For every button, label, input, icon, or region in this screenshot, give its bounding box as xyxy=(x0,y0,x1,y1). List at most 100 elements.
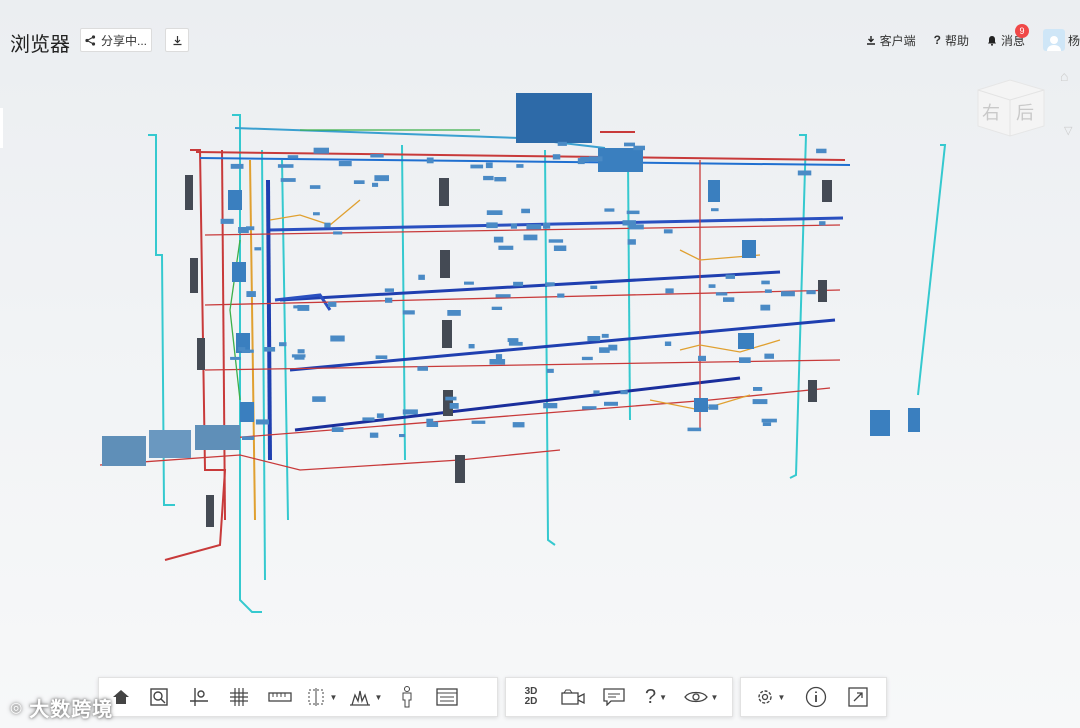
help-icon[interactable]: ? ▼ xyxy=(634,681,678,713)
fixture xyxy=(426,421,439,427)
fixture xyxy=(543,223,551,229)
share-icon xyxy=(85,34,96,46)
cube-face-back[interactable]: 后 xyxy=(1016,99,1034,125)
home-view-icon[interactable]: ⌂ xyxy=(1060,68,1068,84)
fixture xyxy=(723,297,735,302)
cube-down-arrow-icon[interactable]: ▽ xyxy=(1064,124,1072,137)
fixture xyxy=(601,333,609,338)
fixture xyxy=(313,147,329,154)
info-icon[interactable] xyxy=(795,681,837,713)
fixture xyxy=(385,297,393,303)
fixture xyxy=(470,164,484,169)
fixture xyxy=(588,156,603,162)
fixture xyxy=(313,212,320,216)
fixture xyxy=(526,224,542,230)
view-cube[interactable]: 右 后 xyxy=(974,78,1046,138)
fixture xyxy=(417,366,428,371)
fixture xyxy=(599,347,610,353)
fixture xyxy=(464,281,474,285)
fixture xyxy=(362,417,375,421)
fixture xyxy=(753,387,763,391)
section-box-icon[interactable]: ▼ xyxy=(301,681,343,713)
fixture xyxy=(581,356,593,361)
zoom-fit-icon[interactable] xyxy=(139,681,179,713)
camera-icon[interactable] xyxy=(552,681,594,713)
watermark-text: 大数跨境 xyxy=(29,699,114,721)
explode-icon[interactable]: ▼ xyxy=(343,681,387,713)
help-link[interactable]: ? 帮助 xyxy=(934,32,969,49)
watermark: ◎ 大数跨境 xyxy=(10,693,113,722)
cube-face-right[interactable]: 右 xyxy=(982,99,1000,125)
fixture xyxy=(761,418,777,423)
fixture xyxy=(582,406,597,410)
view-3d-2d-icon[interactable]: 3D 2D xyxy=(510,681,552,713)
bim-model-viewport[interactable] xyxy=(0,60,1080,670)
fixture xyxy=(577,158,585,165)
grid-icon[interactable] xyxy=(219,681,259,713)
fixture xyxy=(620,390,628,395)
fixture xyxy=(483,175,494,181)
fixture xyxy=(491,306,503,310)
fixture xyxy=(553,245,567,251)
fixture xyxy=(309,185,321,189)
fixture xyxy=(543,403,558,409)
fixture xyxy=(819,221,826,226)
fixture xyxy=(246,291,256,297)
fixture xyxy=(230,356,241,360)
fixture xyxy=(238,227,249,233)
fixture xyxy=(593,390,600,394)
fixture xyxy=(338,161,352,167)
client-link[interactable]: 客户端 xyxy=(866,32,916,49)
fixtures xyxy=(220,141,827,440)
fixture xyxy=(764,289,772,293)
properties-icon[interactable] xyxy=(427,681,467,713)
fixture xyxy=(238,347,246,352)
fixture xyxy=(546,368,554,373)
share-button[interactable]: 分享中... xyxy=(80,28,152,52)
fixture xyxy=(468,344,475,349)
fixture xyxy=(664,341,672,346)
fullscreen-icon[interactable] xyxy=(837,681,879,713)
fixture xyxy=(279,342,287,347)
fixture xyxy=(254,247,262,251)
fixture xyxy=(426,157,434,164)
visibility-icon[interactable]: ▼ xyxy=(678,681,724,713)
fixture xyxy=(633,145,645,151)
fixture xyxy=(331,427,344,432)
comment-icon[interactable] xyxy=(594,681,634,713)
fixture xyxy=(760,304,771,311)
fixture xyxy=(242,436,255,440)
fixture xyxy=(445,396,457,401)
toolbar-view: 3D 2D ? ▼ ▼ xyxy=(505,677,733,717)
fixture xyxy=(711,208,719,212)
fixture xyxy=(230,163,244,169)
settings-icon[interactable]: ▼ xyxy=(745,681,795,713)
fixture xyxy=(447,310,461,316)
fixture xyxy=(374,175,389,182)
locate-icon[interactable] xyxy=(179,681,219,713)
download-button[interactable] xyxy=(165,28,189,52)
fixture xyxy=(489,359,506,365)
fixture xyxy=(493,236,504,243)
fixture xyxy=(255,419,269,425)
fixture xyxy=(806,290,816,295)
fixture xyxy=(375,355,388,359)
fixture xyxy=(507,338,519,342)
fixture xyxy=(762,422,772,426)
fixture xyxy=(485,162,493,169)
fixture xyxy=(739,357,751,363)
toolbar-main: ▼ ▼ xyxy=(98,677,498,717)
fixture xyxy=(552,154,561,160)
fixture xyxy=(557,141,567,146)
help-label: 帮助 xyxy=(944,33,969,48)
person-icon[interactable] xyxy=(387,681,427,713)
fixture xyxy=(508,341,523,346)
fixture xyxy=(399,434,406,438)
measure-icon[interactable] xyxy=(259,681,301,713)
fixture xyxy=(523,234,538,241)
fixture xyxy=(521,208,530,214)
user-menu[interactable]: 杨 xyxy=(1042,29,1080,51)
fixture xyxy=(297,349,305,354)
fixture xyxy=(557,293,565,298)
fixture xyxy=(291,354,306,358)
